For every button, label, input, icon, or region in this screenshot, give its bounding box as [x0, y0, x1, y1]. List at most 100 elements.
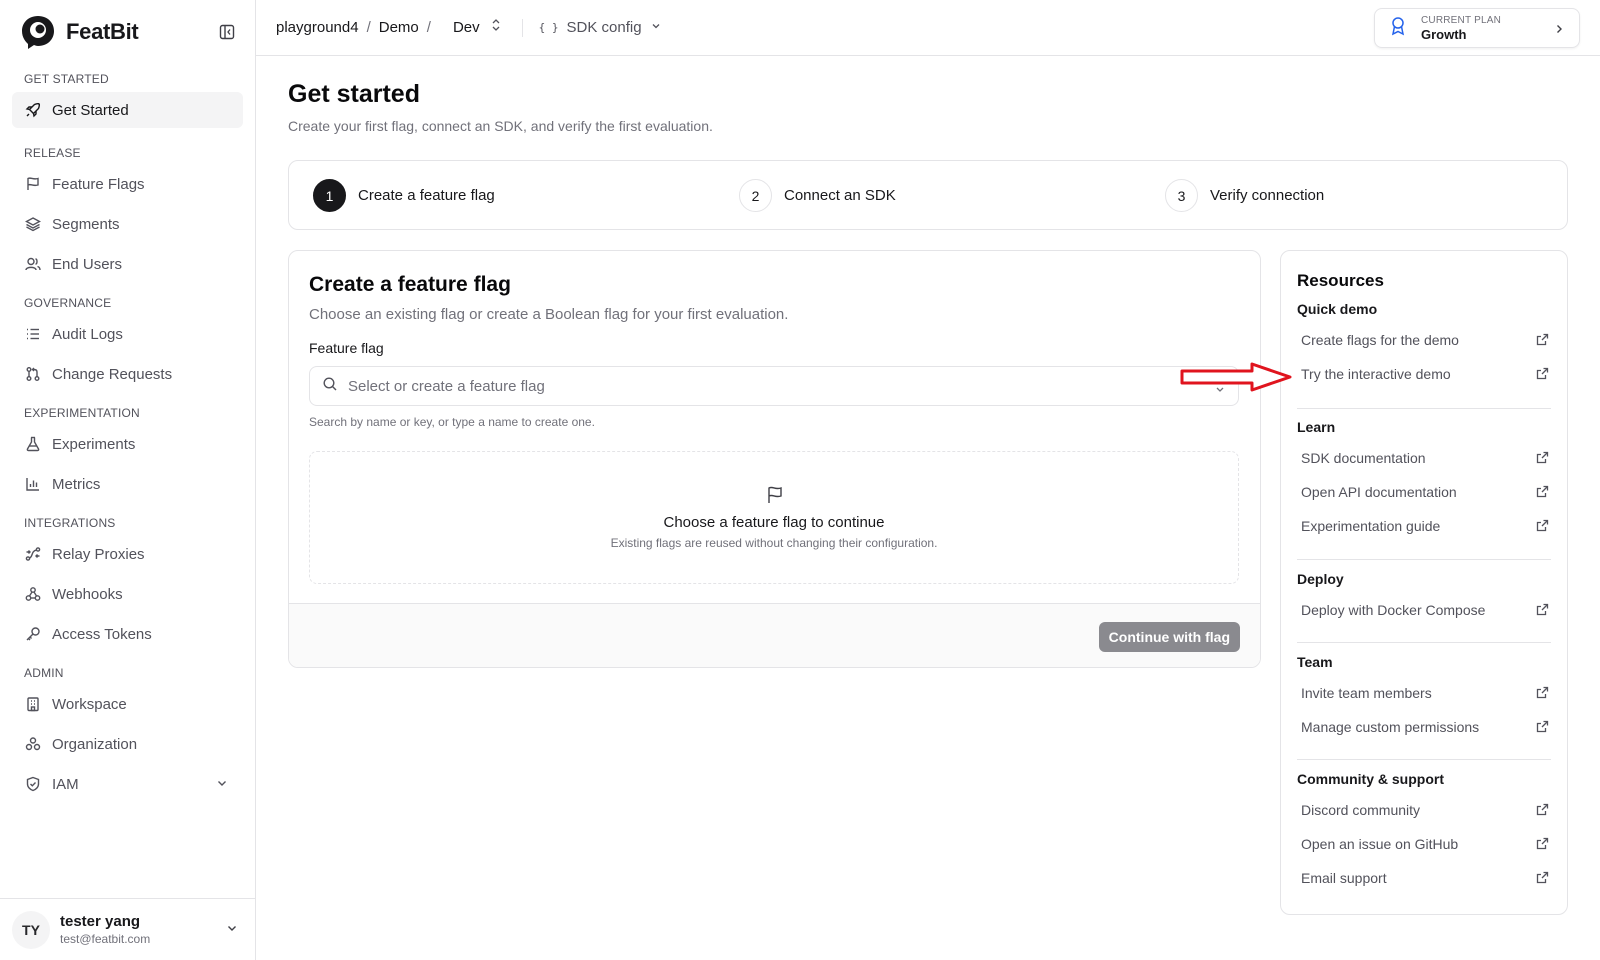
section-title: GET STARTED [24, 72, 109, 86]
resource-group-heading: Community & support [1297, 771, 1444, 787]
divider [1297, 559, 1551, 560]
current-plan-card[interactable]: CURRENT PLAN Growth [1374, 8, 1580, 48]
sidebar-item-segments[interactable]: Segments [12, 206, 243, 242]
onboarding-stepper: 1 Create a feature flag 2 Connect an SDK… [288, 160, 1568, 230]
resource-group-heading: Team [1297, 654, 1333, 670]
step-verify-connection[interactable]: 3 Verify connection [1165, 179, 1324, 212]
external-link-icon [1536, 686, 1549, 702]
git-pull-request-icon [24, 365, 42, 383]
sidebar-item-change-requests[interactable]: Change Requests [12, 356, 243, 392]
nav-section-governance: GOVERNANCE Audit Logs Change Requests [0, 286, 255, 392]
feature-flag-select[interactable]: Select or create a feature flag [309, 366, 1239, 406]
sidebar-item-organization[interactable]: Organization [12, 726, 243, 762]
create-flag-card: Create a feature flag Choose an existing… [288, 250, 1261, 668]
resource-link-sdk-docs[interactable]: SDK documentation [1297, 441, 1551, 475]
plan-value: Growth [1421, 26, 1467, 42]
resource-link-email-support[interactable]: Email support [1297, 861, 1551, 895]
user-name: tester yang [60, 913, 141, 930]
resource-link-openapi-docs[interactable]: Open API documentation [1297, 475, 1551, 509]
sidebar-item-workspace[interactable]: Workspace [12, 686, 243, 722]
list-icon [24, 325, 42, 343]
plan-label: CURRENT PLAN [1421, 14, 1502, 26]
resource-link-label: Create flags for the demo [1301, 332, 1459, 348]
sidebar-item-webhooks[interactable]: Webhooks [12, 576, 243, 612]
sidebar-item-label: Segments [52, 215, 120, 233]
sidebar-item-feature-flags[interactable]: Feature Flags [12, 166, 243, 202]
external-link-icon [1536, 333, 1549, 349]
resource-link-label: Try the interactive demo [1301, 366, 1451, 382]
step-number: 1 [313, 179, 346, 212]
building-icon [24, 695, 42, 713]
sidebar-item-label: Experiments [52, 435, 136, 453]
nav-section-release: RELEASE Feature Flags Segments End Users [0, 136, 255, 282]
sidebar-item-label: Feature Flags [52, 175, 145, 193]
user-info: tester yang test@featbit.com [60, 913, 150, 946]
rocket-icon [24, 101, 42, 119]
step-number: 2 [739, 179, 772, 212]
sidebar-item-relay-proxies[interactable]: Relay Proxies [12, 536, 243, 572]
step-connect-sdk[interactable]: 2 Connect an SDK [739, 179, 896, 212]
resource-link-label: Experimentation guide [1301, 518, 1441, 534]
divider [1297, 408, 1551, 409]
sdk-config-label: SDK config [566, 19, 642, 36]
resource-link-experimentation-guide[interactable]: Experimentation guide [1297, 509, 1551, 543]
sidebar-item-audit-logs[interactable]: Audit Logs [12, 316, 243, 352]
sidebar-item-label: Change Requests [52, 365, 173, 383]
sidebar-item-access-tokens[interactable]: Access Tokens [12, 616, 243, 652]
resource-group-deploy: Deploy Deploy with Docker Compose [1297, 571, 1551, 627]
breadcrumb-separator: / [426, 19, 431, 36]
empty-state: Choose a feature flag to continue Existi… [309, 451, 1239, 584]
sidebar-item-iam[interactable]: IAM [12, 766, 243, 802]
user-menu[interactable]: TY tester yang test@featbit.com [0, 898, 255, 960]
page-subtitle: Create your first flag, connect an SDK, … [288, 118, 713, 134]
resource-link-create-demo-flags[interactable]: Create flags for the demo [1297, 323, 1551, 357]
brand: FeatBit [0, 0, 255, 64]
users-icon [24, 255, 42, 273]
external-link-icon [1536, 720, 1549, 736]
step-create-flag[interactable]: 1 Create a feature flag [313, 179, 495, 212]
resource-link-custom-permissions[interactable]: Manage custom permissions [1297, 710, 1551, 744]
webhook-icon [24, 585, 42, 603]
resource-group-heading: Deploy [1297, 571, 1344, 587]
sidebar-item-label: Organization [52, 735, 138, 753]
environment-switcher[interactable]: Dev [453, 18, 502, 37]
sidebar-item-end-users[interactable]: End Users [12, 246, 243, 282]
sidebar-item-get-started[interactable]: Get Started [12, 92, 243, 128]
sidebar-item-experiments[interactable]: Experiments [12, 426, 243, 462]
external-link-icon [1536, 837, 1549, 853]
avatar: TY [12, 910, 50, 949]
resource-link-label: Deploy with Docker Compose [1301, 602, 1486, 618]
sdk-config-dropdown[interactable]: { } SDK config [539, 19, 662, 36]
chevron-down-icon[interactable] [215, 776, 229, 794]
empty-state-title: Choose a feature flag to continue [663, 514, 885, 531]
sidebar-collapse-icon[interactable] [217, 22, 237, 42]
section-title: GOVERNANCE [24, 296, 112, 310]
section-title: INTEGRATIONS [24, 516, 116, 530]
external-link-icon [1536, 519, 1549, 535]
breadcrumb-project[interactable]: playground4 [276, 19, 359, 36]
nav-section-integrations: INTEGRATIONS Relay Proxies Webhooks Acce… [0, 506, 255, 652]
award-icon [1389, 16, 1407, 41]
divider [521, 18, 523, 37]
resource-link-discord[interactable]: Discord community [1297, 793, 1551, 827]
external-link-icon [1536, 803, 1549, 819]
continue-with-flag-button[interactable]: Continue with flag [1098, 622, 1240, 652]
chevron-down-icon[interactable] [225, 921, 239, 940]
sidebar-item-label: Access Tokens [52, 625, 152, 643]
chevron-down-icon [650, 19, 662, 36]
nav-section-admin: ADMIN Workspace Organization IAM [0, 656, 255, 802]
relay-icon [24, 545, 42, 563]
bar-chart-icon [24, 475, 42, 493]
search-icon [322, 376, 338, 397]
sidebar-item-metrics[interactable]: Metrics [12, 466, 243, 502]
resource-link-label: Manage custom permissions [1301, 719, 1480, 735]
annotation-arrow-icon [1180, 362, 1292, 392]
resource-link-invite-team[interactable]: Invite team members [1297, 676, 1551, 710]
resource-link-interactive-demo[interactable]: Try the interactive demo [1297, 357, 1551, 391]
card-title: Create a feature flag [309, 273, 511, 296]
nav-section-experimentation: EXPERIMENTATION Experiments Metrics [0, 396, 255, 502]
resource-link-github-issue[interactable]: Open an issue on GitHub [1297, 827, 1551, 861]
breadcrumb-env-group[interactable]: Demo [379, 19, 419, 36]
sidebar-item-label: Metrics [52, 475, 101, 493]
resource-link-docker-compose[interactable]: Deploy with Docker Compose [1297, 593, 1551, 627]
